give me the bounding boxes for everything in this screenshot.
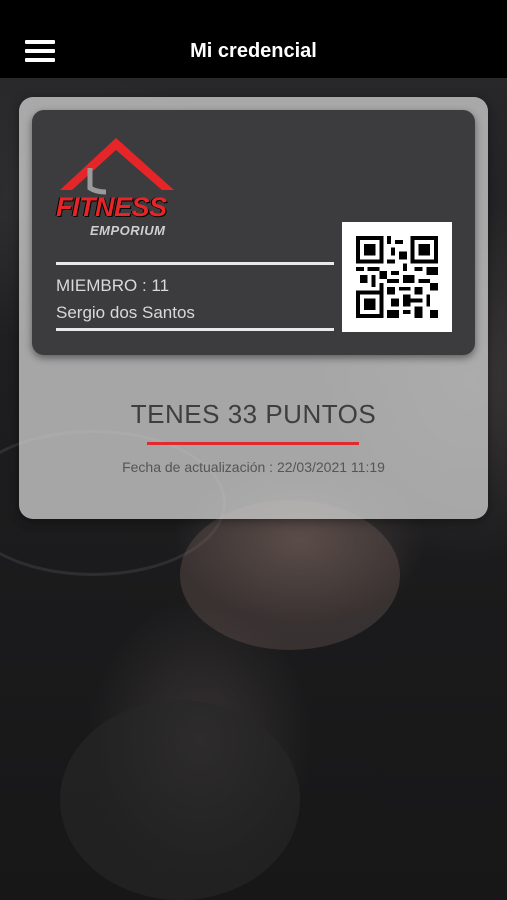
logo-wordmark: FITNESS <box>56 192 167 222</box>
member-name: Sergio dos Santos <box>56 303 195 322</box>
qr-code[interactable] <box>342 222 452 332</box>
background-photo-shape <box>60 700 300 900</box>
card-divider <box>56 328 334 331</box>
member-number: MIEMBRO : 11 <box>56 276 170 295</box>
card-divider <box>56 262 334 265</box>
page-title: Mi credencial <box>190 40 317 62</box>
last-update-date: Fecha de actualización : 22/03/2021 11:1… <box>122 459 385 475</box>
logo-subtitle: EMPORIUM <box>90 223 166 238</box>
points-balance: TENES 33 PUNTOS <box>130 399 377 429</box>
credential-screen: Mi credencial FITNESS EMPORIUM MIEMBRO :… <box>0 0 507 900</box>
top-navigation-bar: Mi credencial <box>0 0 507 78</box>
credential-panel: FITNESS EMPORIUM MIEMBRO : 11 Sergio dos… <box>19 97 488 519</box>
points-underline <box>147 442 359 445</box>
background-photo-shape <box>180 500 400 650</box>
member-card: FITNESS EMPORIUM MIEMBRO : 11 Sergio dos… <box>32 110 475 355</box>
roof-logo-icon <box>60 138 174 195</box>
qr-code-icon <box>356 236 438 318</box>
fitness-emporium-logo: FITNESS EMPORIUM <box>56 138 180 237</box>
